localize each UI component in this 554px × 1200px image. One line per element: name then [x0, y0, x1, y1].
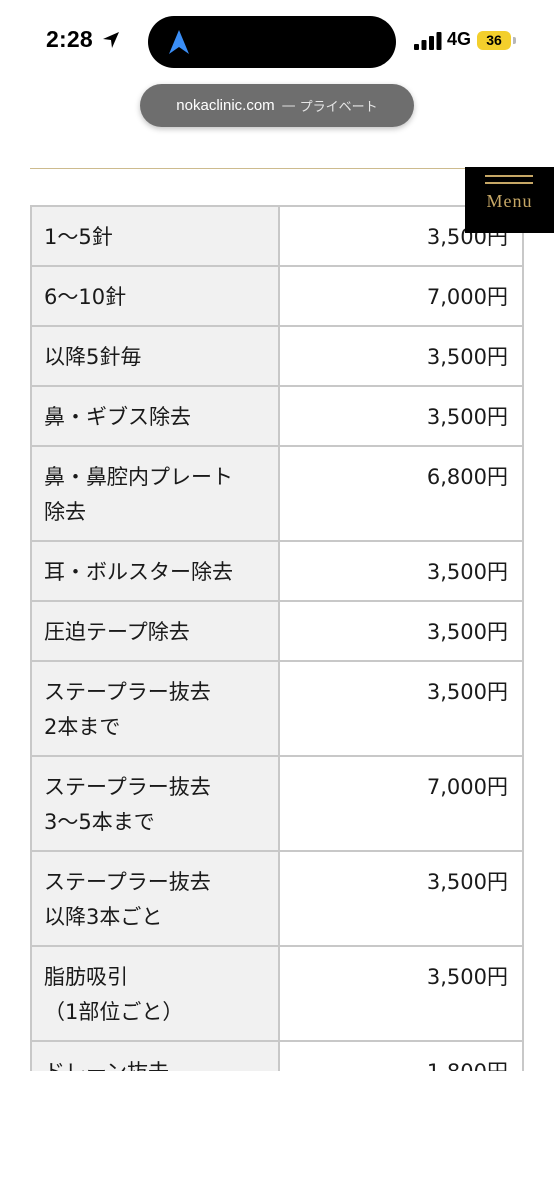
table-row: 脂肪吸引 （1部位ごと） 3,500円 [30, 945, 524, 1042]
item-label: 以降5針毎 [44, 345, 142, 369]
hamburger-icon-line [485, 182, 533, 184]
table-row: 鼻・ギブス除去 3,500円 [30, 385, 524, 447]
item-label: 脂肪吸引 [44, 965, 128, 989]
item-label: ステープラー抜去 [44, 775, 211, 799]
price-cell: 3,500円 [278, 540, 524, 602]
item-label: 圧迫テープ除去 [44, 620, 190, 644]
item-cell: ステープラー抜去 以降3本ごと [30, 850, 280, 947]
navigation-arrow-icon [169, 30, 189, 54]
url-bar[interactable]: nokaclinic.com — プライベート [140, 84, 414, 127]
price-value: 3,500円 [426, 405, 508, 429]
network-type: 4G [447, 29, 472, 49]
table-row: ステープラー抜去 3〜5本まで 7,000円 [30, 755, 524, 852]
price-cell: 7,000円 [278, 755, 524, 852]
menu-label: Menu [486, 191, 533, 211]
price-value: 3,500円 [426, 345, 508, 369]
item-label: 耳・ボルスター除去 [44, 560, 233, 584]
price-value: 3,500円 [426, 560, 508, 584]
item-label: 鼻・ギブス除去 [44, 405, 191, 429]
price-cell: 1,800円 [278, 1040, 524, 1071]
item-label: 1〜5針 [44, 225, 113, 249]
table-row: 耳・ボルスター除去 3,500円 [30, 540, 524, 602]
table-row: ドレーン抜去 1,800円 [30, 1040, 524, 1071]
item-label: 除去 [44, 500, 86, 524]
signal-bars-icon [414, 32, 442, 50]
price-value: 3,500円 [426, 680, 508, 704]
item-cell: 1〜5針 [30, 205, 280, 267]
location-arrow-icon [103, 32, 119, 48]
status-bar: 2:28 4G 36 [0, 0, 554, 84]
item-label: 以降3本ごと [44, 905, 163, 929]
item-label: ステープラー抜去 [44, 870, 211, 894]
item-cell: ドレーン抜去 [30, 1040, 280, 1071]
price-value: 3,500円 [426, 965, 508, 989]
price-cell: 3,500円 [278, 385, 524, 447]
price-value: 1,800円 [292, 1055, 508, 1071]
header-divider [30, 168, 524, 169]
item-label: （1部位ごと） [44, 1000, 184, 1024]
price-value: 7,000円 [426, 285, 508, 309]
item-cell: 6〜10針 [30, 265, 280, 327]
price-value: 6,800円 [426, 465, 508, 489]
table-row: 鼻・鼻腔内プレート 除去 6,800円 [30, 445, 524, 542]
status-time: 2:28 [46, 26, 93, 52]
table-row: ステープラー抜去 2本まで 3,500円 [30, 660, 524, 757]
item-label: 3〜5本まで [44, 810, 155, 834]
price-value: 3,500円 [426, 870, 508, 894]
price-cell: 3,500円 [278, 945, 524, 1042]
table-row: ステープラー抜去 以降3本ごと 3,500円 [30, 850, 524, 947]
price-table: 1〜5針 3,500円 6〜10針 7,000円 以降5針毎 3,500円 鼻・ギブス除去 3… [30, 205, 524, 1071]
table-row: 6〜10針 7,000円 [30, 265, 524, 327]
price-cell: 3,500円 [278, 660, 524, 757]
price-value: 3,500円 [426, 620, 508, 644]
item-cell: 圧迫テープ除去 [30, 600, 280, 662]
table-row: 以降5針毎 3,500円 [30, 325, 524, 387]
hamburger-icon [485, 175, 533, 177]
price-value: 7,000円 [426, 775, 508, 799]
price-cell: 3,500円 [278, 850, 524, 947]
battery-icon: 36 [477, 31, 511, 50]
table-row: 1〜5針 3,500円 [30, 205, 524, 267]
item-cell: 鼻・鼻腔内プレート 除去 [30, 445, 280, 542]
url-domain: nokaclinic.com [176, 97, 275, 114]
item-cell: ステープラー抜去 2本まで [30, 660, 280, 757]
menu-button[interactable]: Menu [465, 167, 554, 233]
item-label: ドレーン抜去 [44, 1055, 266, 1071]
price-cell: 3,500円 [278, 600, 524, 662]
dynamic-island[interactable] [148, 16, 396, 68]
item-label: ステープラー抜去 [44, 680, 211, 704]
item-label: 2本まで [44, 715, 121, 739]
price-cell: 6,800円 [278, 445, 524, 542]
price-cell: 3,500円 [278, 325, 524, 387]
item-cell: 脂肪吸引 （1部位ごと） [30, 945, 280, 1042]
battery-tip [513, 37, 516, 44]
item-cell: 以降5針毎 [30, 325, 280, 387]
price-table-body: 1〜5針 3,500円 6〜10針 7,000円 以降5針毎 3,500円 鼻・ギブス除去 3… [30, 205, 524, 1071]
url-separator: — [281, 97, 296, 114]
item-cell: 鼻・ギブス除去 [30, 385, 280, 447]
price-table-container: 1〜5針 3,500円 6〜10針 7,000円 以降5針毎 3,500円 鼻・ギブス除去 3… [30, 205, 525, 1071]
table-row: 圧迫テープ除去 3,500円 [30, 600, 524, 662]
item-label: 6〜10針 [44, 285, 127, 309]
price-cell: 7,000円 [278, 265, 524, 327]
item-cell: ステープラー抜去 3〜5本まで [30, 755, 280, 852]
item-label: 鼻・鼻腔内プレート [44, 465, 233, 489]
item-cell: 耳・ボルスター除去 [30, 540, 280, 602]
private-mode-label: プライベート [299, 100, 378, 115]
